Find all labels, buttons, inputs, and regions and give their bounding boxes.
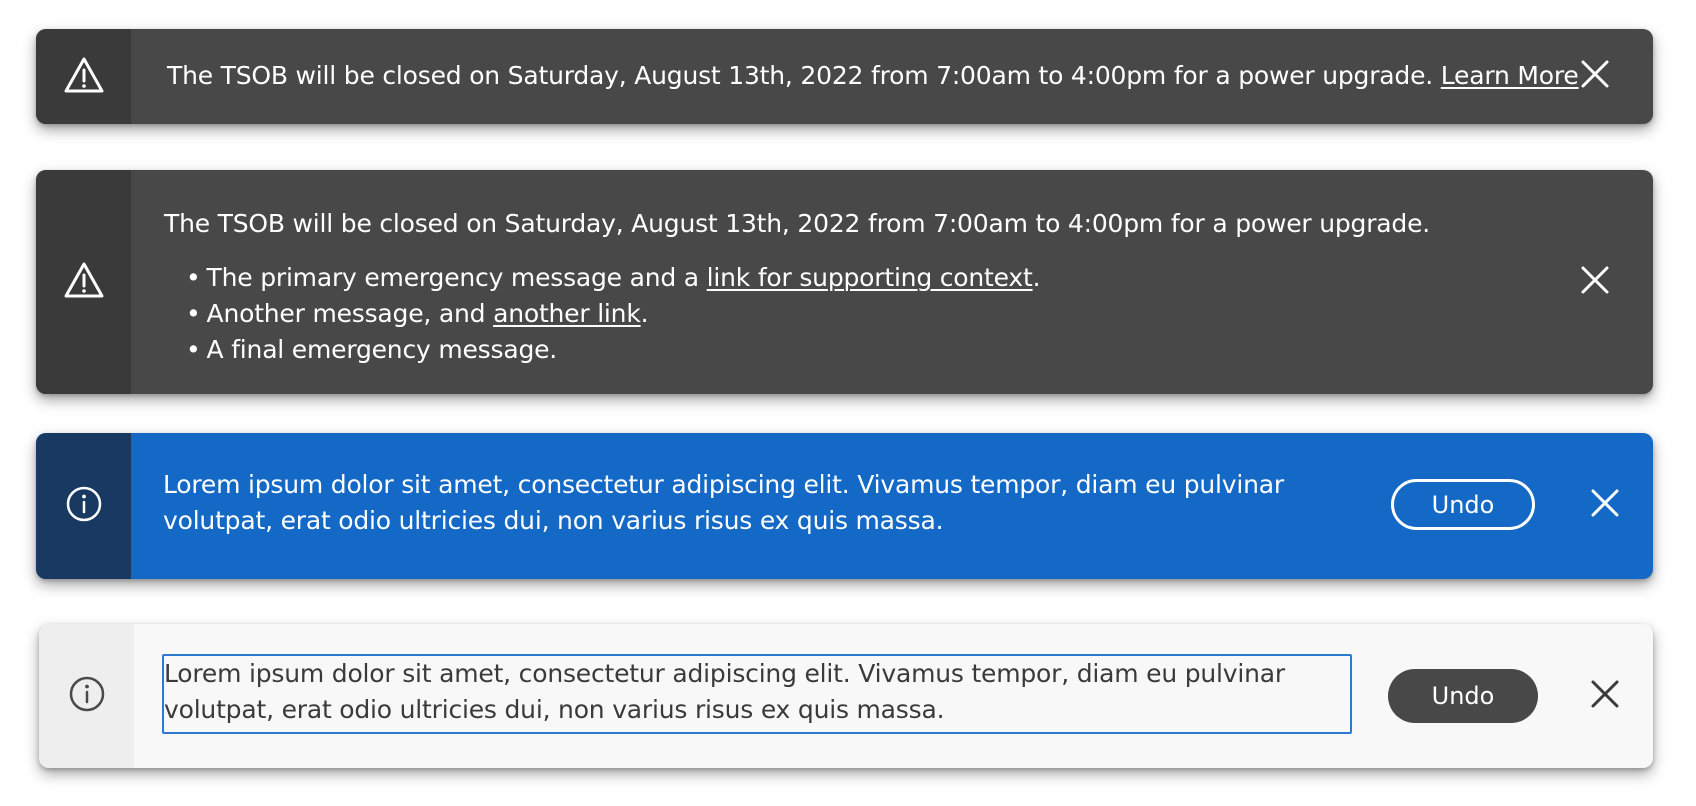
list-item: Another message, and another link. xyxy=(186,296,1040,332)
banner-icon-column xyxy=(36,29,131,124)
banner-body: Lorem ipsum dolor sit amet, consectetur … xyxy=(131,433,1653,579)
banner-icon-column xyxy=(36,433,131,579)
close-button[interactable] xyxy=(1573,260,1617,304)
list-item: A final emergency message. xyxy=(186,332,1040,368)
list-item-text: A final emergency message. xyxy=(206,335,558,364)
close-button[interactable] xyxy=(1573,54,1617,98)
alert-banner-warning: The TSOB will be closed on Saturday, Aug… xyxy=(36,29,1653,124)
close-icon xyxy=(1590,679,1620,713)
banner-message-text: The TSOB will be closed on Saturday, Aug… xyxy=(167,61,1441,90)
close-icon xyxy=(1590,488,1620,522)
list-item-text: Another message, and xyxy=(206,299,494,328)
banner-bullet-list: The primary emergency message and a link… xyxy=(186,260,1041,368)
warning-triangle-icon xyxy=(63,261,105,303)
list-item-text-end: . xyxy=(640,299,649,328)
undo-button[interactable]: Undo xyxy=(1388,669,1538,723)
supporting-context-link[interactable]: link for supporting context xyxy=(707,263,1033,292)
close-icon xyxy=(1580,265,1610,299)
banner-body: Lorem ipsum dolor sit amet, consectetur … xyxy=(134,624,1653,768)
toast-info-light: Lorem ipsum dolor sit amet, consectetur … xyxy=(39,624,1653,768)
info-circle-icon xyxy=(65,485,103,527)
toast-message: Lorem ipsum dolor sit amet, consectetur … xyxy=(163,470,1284,535)
learn-more-link[interactable]: Learn More xyxy=(1441,61,1579,90)
banner-message: The TSOB will be closed on Saturday, Aug… xyxy=(164,209,1431,238)
toast-info-blue: Lorem ipsum dolor sit amet, consectetur … xyxy=(36,433,1653,579)
list-item-text: The primary emergency message and a xyxy=(206,263,707,292)
banner-icon-column xyxy=(39,624,134,768)
list-item-text-end: . xyxy=(1032,263,1041,292)
banner-stack: The TSOB will be closed on Saturday, Aug… xyxy=(0,0,1696,806)
close-button[interactable] xyxy=(1583,674,1627,718)
banner-body: The TSOB will be closed on Saturday, Aug… xyxy=(131,29,1653,124)
undo-button[interactable]: Undo xyxy=(1391,479,1535,530)
banner-body: The TSOB will be closed on Saturday, Aug… xyxy=(131,170,1653,394)
banner-icon-column xyxy=(36,170,131,394)
list-item: The primary emergency message and a link… xyxy=(186,260,1041,296)
banner-message: The TSOB will be closed on Saturday, Aug… xyxy=(167,58,1579,94)
warning-triangle-icon xyxy=(63,56,105,98)
toast-message-focused[interactable]: Lorem ipsum dolor sit amet, consectetur … xyxy=(162,654,1352,734)
close-button[interactable] xyxy=(1583,483,1627,527)
close-icon xyxy=(1580,59,1610,93)
info-circle-icon xyxy=(68,675,106,717)
another-link[interactable]: another link xyxy=(493,299,641,328)
alert-banner-warning-list: The TSOB will be closed on Saturday, Aug… xyxy=(36,170,1653,394)
